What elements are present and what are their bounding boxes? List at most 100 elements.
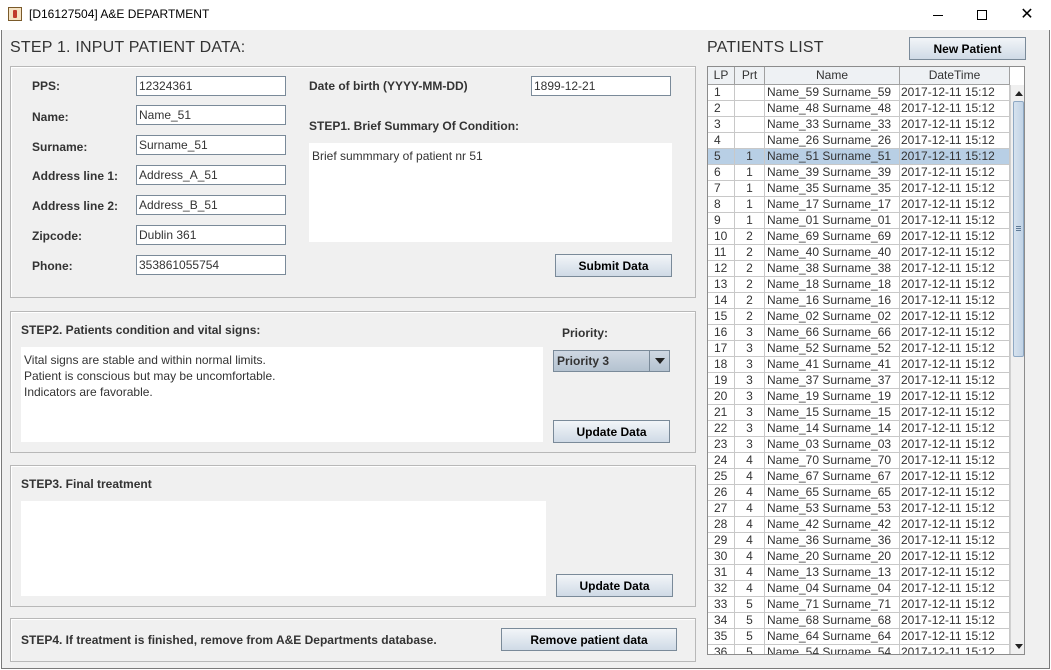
table-row[interactable]: 22 3 Name_14 Surname_14 2017-12-11 15:12 <box>708 421 1010 437</box>
table-row[interactable]: 34 5 Name_68 Surname_68 2017-12-11 15:12 <box>708 613 1010 629</box>
cell-datetime: 2017-12-11 15:12 <box>900 629 1010 645</box>
window-title: [D16127504] A&E DEPARTMENT <box>29 7 210 21</box>
cell-datetime: 2017-12-11 15:12 <box>900 405 1010 421</box>
column-header-prt[interactable]: Prt <box>735 67 765 85</box>
update-data-step2-button[interactable]: Update Data <box>553 420 670 443</box>
cell-name: Name_52 Surname_52 <box>765 341 900 357</box>
close-button[interactable]: ✕ <box>1004 0 1050 30</box>
new-patient-button[interactable]: New Patient <box>909 37 1026 60</box>
table-row[interactable]: 16 3 Name_66 Surname_66 2017-12-11 15:12 <box>708 325 1010 341</box>
table-row[interactable]: 11 2 Name_40 Surname_40 2017-12-11 15:12 <box>708 245 1010 261</box>
cell-priority: 4 <box>735 517 765 533</box>
name-field[interactable]: Name_51 <box>136 105 286 125</box>
cell-datetime: 2017-12-11 15:12 <box>900 149 1010 165</box>
cell-priority: 2 <box>735 229 765 245</box>
table-row[interactable]: 30 4 Name_20 Surname_20 2017-12-11 15:12 <box>708 549 1010 565</box>
table-row[interactable]: 23 3 Name_03 Surname_03 2017-12-11 15:12 <box>708 437 1010 453</box>
table-row[interactable]: 14 2 Name_16 Surname_16 2017-12-11 15:12 <box>708 293 1010 309</box>
column-header-name[interactable]: Name <box>765 67 900 85</box>
minimize-button[interactable] <box>915 0 961 30</box>
column-header-lp[interactable]: LP <box>708 67 735 85</box>
table-row[interactable]: 2 Name_48 Surname_48 2017-12-11 15:12 <box>708 101 1010 117</box>
table-row[interactable]: 6 1 Name_39 Surname_39 2017-12-11 15:12 <box>708 165 1010 181</box>
patients-table[interactable]: LP Prt Name DateTime 1 Name_59 Surname_59… <box>707 66 1025 655</box>
scroll-down-button[interactable] <box>1011 639 1024 653</box>
submit-data-button[interactable]: Submit Data <box>555 254 672 277</box>
table-row[interactable]: 27 4 Name_53 Surname_53 2017-12-11 15:12 <box>708 501 1010 517</box>
table-row[interactable]: 28 4 Name_42 Surname_42 2017-12-11 15:12 <box>708 517 1010 533</box>
column-header-datetime[interactable]: DateTime <box>900 67 1010 85</box>
cell-lp: 18 <box>708 357 735 373</box>
address1-field[interactable]: Address_A_51 <box>136 165 286 185</box>
cell-name: Name_59 Surname_59 <box>765 85 900 101</box>
cell-datetime: 2017-12-11 15:12 <box>900 229 1010 245</box>
title-bar: [D16127504] A&E DEPARTMENT ✕ <box>0 0 1051 30</box>
cell-datetime: 2017-12-11 15:12 <box>900 341 1010 357</box>
cell-name: Name_37 Surname_37 <box>765 373 900 389</box>
table-row[interactable]: 10 2 Name_69 Surname_69 2017-12-11 15:12 <box>708 229 1010 245</box>
table-row[interactable]: 1 Name_59 Surname_59 2017-12-11 15:12 <box>708 85 1010 101</box>
table-row[interactable]: 21 3 Name_15 Surname_15 2017-12-11 15:12 <box>708 405 1010 421</box>
cell-priority: 2 <box>735 245 765 261</box>
table-row[interactable]: 31 4 Name_13 Surname_13 2017-12-11 15:12 <box>708 565 1010 581</box>
table-row[interactable]: 7 1 Name_35 Surname_35 2017-12-11 15:12 <box>708 181 1010 197</box>
cell-priority: 1 <box>735 149 765 165</box>
table-row[interactable]: 36 5 Name_54 Surname_54 2017-12-11 15:12 <box>708 645 1010 654</box>
cell-datetime: 2017-12-11 15:12 <box>900 453 1010 469</box>
table-row[interactable]: 18 3 Name_41 Surname_41 2017-12-11 15:12 <box>708 357 1010 373</box>
table-body: 1 Name_59 Surname_59 2017-12-11 15:12 2 Name… <box>708 85 1010 654</box>
table-scrollbar[interactable] <box>1010 85 1024 654</box>
java-app-icon <box>8 7 22 21</box>
cell-name: Name_19 Surname_19 <box>765 389 900 405</box>
cell-name: Name_18 Surname_18 <box>765 277 900 293</box>
remove-patient-button[interactable]: Remove patient data <box>501 628 677 651</box>
table-row[interactable]: 3 Name_33 Surname_33 2017-12-11 15:12 <box>708 117 1010 133</box>
cell-lp: 13 <box>708 277 735 293</box>
table-row[interactable]: 9 1 Name_01 Surname_01 2017-12-11 15:12 <box>708 213 1010 229</box>
table-row[interactable]: 13 2 Name_18 Surname_18 2017-12-11 15:12 <box>708 277 1010 293</box>
cell-datetime: 2017-12-11 15:12 <box>900 373 1010 389</box>
zipcode-field[interactable]: Dublin 361 <box>136 225 286 245</box>
cell-name: Name_33 Surname_33 <box>765 117 900 133</box>
table-row[interactable]: 20 3 Name_19 Surname_19 2017-12-11 15:12 <box>708 389 1010 405</box>
pps-field[interactable]: 12324361 <box>136 76 286 96</box>
table-row[interactable]: 35 5 Name_64 Surname_64 2017-12-11 15:12 <box>708 629 1010 645</box>
table-row[interactable]: 32 4 Name_04 Surname_04 2017-12-11 15:12 <box>708 581 1010 597</box>
main-window-content: STEP 1. INPUT PATIENT DATA: PATIENTS LIS… <box>1 30 1050 669</box>
table-row[interactable]: 12 2 Name_38 Surname_38 2017-12-11 15:12 <box>708 261 1010 277</box>
cell-priority: 4 <box>735 453 765 469</box>
summary-textarea[interactable]: Brief summmary of patient nr 51 <box>309 143 672 242</box>
dob-field[interactable]: 1899-12-21 <box>531 76 671 96</box>
table-row[interactable]: 29 4 Name_36 Surname_36 2017-12-11 15:12 <box>708 533 1010 549</box>
table-row[interactable]: 4 Name_26 Surname_26 2017-12-11 15:12 <box>708 133 1010 149</box>
table-row[interactable]: 15 2 Name_02 Surname_02 2017-12-11 15:12 <box>708 309 1010 325</box>
table-row[interactable]: 19 3 Name_37 Surname_37 2017-12-11 15:12 <box>708 373 1010 389</box>
table-row[interactable]: 33 5 Name_71 Surname_71 2017-12-11 15:12 <box>708 597 1010 613</box>
table-row[interactable]: 26 4 Name_65 Surname_65 2017-12-11 15:12 <box>708 485 1010 501</box>
cell-priority: 5 <box>735 597 765 613</box>
table-row[interactable]: 8 1 Name_17 Surname_17 2017-12-11 15:12 <box>708 197 1010 213</box>
priority-selected-value: Priority 3 <box>557 354 610 368</box>
cell-datetime: 2017-12-11 15:12 <box>900 309 1010 325</box>
priority-dropdown-arrow[interactable] <box>649 351 669 371</box>
table-row[interactable]: 24 4 Name_70 Surname_70 2017-12-11 15:12 <box>708 453 1010 469</box>
cell-lp: 28 <box>708 517 735 533</box>
maximize-button[interactable] <box>959 0 1005 30</box>
phone-field[interactable]: 353861055754 <box>136 255 286 275</box>
update-data-step3-button[interactable]: Update Data <box>556 574 673 597</box>
scroll-up-button[interactable] <box>1011 86 1024 100</box>
priority-select[interactable]: Priority 3 <box>553 350 670 372</box>
surname-field[interactable]: Surname_51 <box>136 135 286 155</box>
table-row[interactable]: 25 4 Name_67 Surname_67 2017-12-11 15:12 <box>708 469 1010 485</box>
cell-priority: 2 <box>735 261 765 277</box>
cell-name: Name_01 Surname_01 <box>765 213 900 229</box>
cell-lp: 17 <box>708 341 735 357</box>
condition-textarea[interactable]: Vital signs are stable and within normal… <box>21 347 543 442</box>
cell-priority: 3 <box>735 325 765 341</box>
cell-lp: 27 <box>708 501 735 517</box>
address2-field[interactable]: Address_B_51 <box>136 195 286 215</box>
table-row[interactable]: 17 3 Name_52 Surname_52 2017-12-11 15:12 <box>708 341 1010 357</box>
treatment-textarea[interactable] <box>21 501 546 596</box>
table-row[interactable]: 5 1 Name_51 Surname_51 2017-12-11 15:12 <box>708 149 1010 165</box>
scrollbar-thumb[interactable] <box>1013 101 1024 357</box>
